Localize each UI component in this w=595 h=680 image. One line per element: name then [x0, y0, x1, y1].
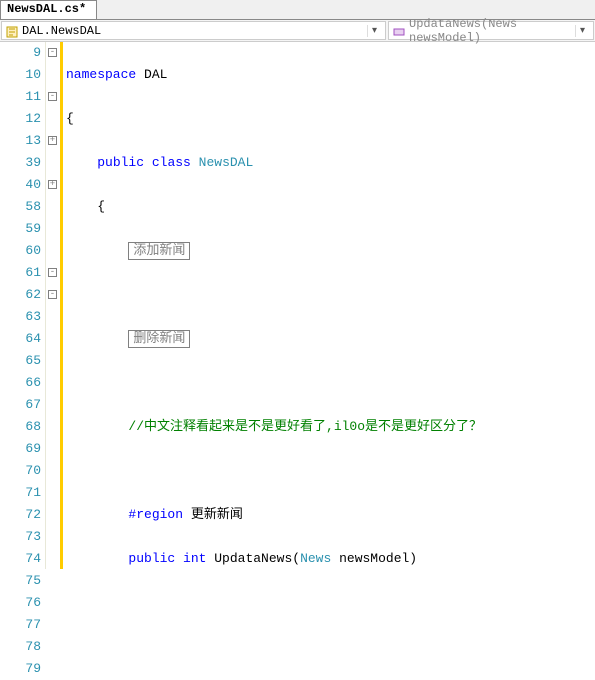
- code-area[interactable]: namespace DAL { public class NewsDAL { 添…: [64, 42, 595, 569]
- line-numbers: 9101112133940585960616263646566676869707…: [0, 42, 46, 569]
- fold-collapse-icon[interactable]: -: [48, 92, 57, 101]
- type-dropdown[interactable]: DAL.NewsDAL ▾: [1, 21, 386, 40]
- brace: {: [66, 111, 74, 126]
- brace: {: [66, 199, 105, 214]
- line-number: 73: [0, 526, 45, 548]
- parameter: newsModel): [331, 551, 417, 566]
- line-number: 79: [0, 658, 45, 680]
- fold-collapse-icon[interactable]: -: [48, 268, 57, 277]
- line-number: 71: [0, 482, 45, 504]
- collapsed-region[interactable]: 删除新闻: [128, 330, 190, 348]
- member-name: UpdataNews(News newsModel): [409, 17, 571, 45]
- method-name: UpdataNews(: [206, 551, 300, 566]
- line-number: 74: [0, 548, 45, 570]
- type-name: News: [300, 551, 331, 566]
- fold-expand-icon[interactable]: +: [48, 180, 57, 189]
- line-number: 75: [0, 570, 45, 592]
- line-number: 61: [0, 262, 45, 284]
- keyword: int: [183, 551, 206, 566]
- fold-expand-icon[interactable]: +: [48, 136, 57, 145]
- line-number: 77: [0, 614, 45, 636]
- change-indicator: [60, 42, 64, 569]
- code-editor[interactable]: 9101112133940585960616263646566676869707…: [0, 42, 595, 569]
- line-number: 70: [0, 460, 45, 482]
- line-number: 63: [0, 306, 45, 328]
- line-number: 76: [0, 592, 45, 614]
- line-number: 67: [0, 394, 45, 416]
- line-number: 66: [0, 372, 45, 394]
- line-number: 59: [0, 218, 45, 240]
- fold-column[interactable]: - - + + - -: [46, 42, 60, 569]
- line-number: 72: [0, 504, 45, 526]
- comment: //中文注释看起来是不是更好看了,il0o是不是更好区分了？: [128, 419, 482, 434]
- navigation-bar: DAL.NewsDAL ▾ UpdataNews(News newsModel)…: [0, 20, 595, 42]
- line-number: 10: [0, 64, 45, 86]
- member-dropdown[interactable]: UpdataNews(News newsModel) ▾: [388, 21, 594, 40]
- file-tab[interactable]: NewsDAL.cs*: [0, 0, 97, 19]
- line-number: 11: [0, 86, 45, 108]
- line-number: 12: [0, 108, 45, 130]
- class-icon: [6, 25, 18, 37]
- collapsed-region[interactable]: 添加新闻: [128, 242, 190, 260]
- keyword: public: [128, 551, 175, 566]
- line-number: 68: [0, 416, 45, 438]
- line-number: 58: [0, 196, 45, 218]
- type-name: DAL.NewsDAL: [22, 24, 363, 38]
- line-number: 78: [0, 636, 45, 658]
- fold-collapse-icon[interactable]: -: [48, 48, 57, 57]
- line-number: 69: [0, 438, 45, 460]
- line-number: 39: [0, 152, 45, 174]
- fold-collapse-icon[interactable]: -: [48, 290, 57, 299]
- line-number: 62: [0, 284, 45, 306]
- keyword: class: [152, 155, 191, 170]
- keyword: namespace: [66, 67, 136, 82]
- line-number: 40: [0, 174, 45, 196]
- region-name: 更新新闻: [183, 507, 243, 522]
- dropdown-icon[interactable]: ▾: [575, 25, 589, 37]
- line-number: 64: [0, 328, 45, 350]
- type-name: NewsDAL: [199, 155, 254, 170]
- keyword: #region: [128, 507, 183, 522]
- line-number: 65: [0, 350, 45, 372]
- line-number: 60: [0, 240, 45, 262]
- line-number: 9: [0, 42, 45, 64]
- line-number: 13: [0, 130, 45, 152]
- method-icon: [393, 25, 405, 37]
- keyword: public: [97, 155, 144, 170]
- dropdown-icon[interactable]: ▾: [367, 25, 381, 37]
- identifier: DAL: [136, 67, 167, 82]
